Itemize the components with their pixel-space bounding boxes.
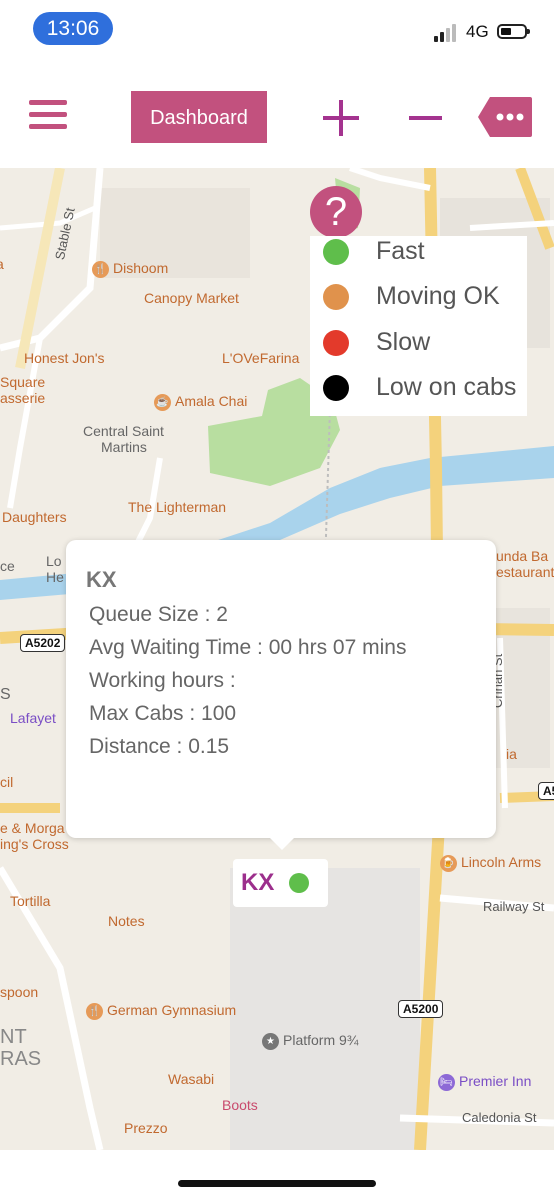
poi-boots[interactable]: Boots xyxy=(222,1097,258,1113)
poi-s: S xyxy=(0,686,11,703)
status-dot-fast xyxy=(323,239,349,265)
restaurant-icon: 🍴 xyxy=(92,260,109,278)
popup-queue-size: Queue Size : 2 xyxy=(89,603,228,626)
popup-max-cabs: Max Cabs : 100 xyxy=(89,702,237,725)
star-icon: ★ xyxy=(262,1032,279,1050)
road-shield-a5200: A5200 xyxy=(398,1000,444,1018)
legend-item-moving-ok: Moving OK xyxy=(323,281,523,311)
popup-working-hours: Working hours : xyxy=(89,669,236,692)
poi-cil[interactable]: cil xyxy=(0,774,13,790)
dashboard-button[interactable]: Dashboard xyxy=(131,91,267,143)
road-shield-a5202: A5202 xyxy=(20,634,66,652)
poi-prezzo[interactable]: Prezzo xyxy=(124,1120,168,1136)
road-shield-a5: A5 xyxy=(538,782,554,800)
popup-avg-wait: Avg Waiting Time : 00 hrs 07 mins xyxy=(89,636,407,659)
area-label-ras: RAS xyxy=(0,1048,42,1070)
poi-the-lighterman[interactable]: The Lighterman xyxy=(128,499,226,515)
legend-item-fast: Fast xyxy=(323,236,523,266)
info-popup[interactable]: KX Queue Size : 2 Avg Waiting Time : 00 … xyxy=(66,540,496,838)
poi-spoon[interactable]: spoon xyxy=(0,984,38,1000)
restaurant-icon: 🍴 xyxy=(86,1002,103,1020)
zoom-out-icon[interactable] xyxy=(409,100,442,136)
poi-dishoom[interactable]: 🍴 Dishoom xyxy=(92,260,168,278)
poi-daughters[interactable]: Daughters xyxy=(2,509,67,525)
poi-amala-chai[interactable]: ☕ Amala Chai xyxy=(154,393,247,411)
street-railway-st: Railway St xyxy=(483,899,545,914)
help-button[interactable]: ? xyxy=(310,186,362,238)
poi-canopy-market[interactable]: Canopy Market xyxy=(144,290,239,306)
status-dot-moving-ok xyxy=(323,284,349,310)
marker-status-dot xyxy=(289,873,309,893)
marker-label: KX xyxy=(241,869,275,896)
legend-item-slow: Slow xyxy=(323,327,523,357)
poi-ce[interactable]: ce xyxy=(0,558,15,574)
taxi-rank-marker[interactable]: KX xyxy=(233,859,328,907)
legend-item-low-on-cabs: Low on cabs xyxy=(323,372,523,402)
poi-lincoln-arms[interactable]: 🍺 Lincoln Arms xyxy=(440,854,541,872)
battery-icon xyxy=(497,24,530,39)
cafe-icon: ☕ xyxy=(154,393,171,411)
popup-title: KX xyxy=(86,567,117,592)
poi-notes[interactable]: Notes xyxy=(108,913,145,929)
poi-lovefarina[interactable]: L'OVeFarina xyxy=(222,350,299,366)
hotel-icon: 🛏 xyxy=(438,1073,455,1091)
status-dot-slow xyxy=(323,330,349,356)
poi-e-morgan[interactable]: e & Morga ing's Cross xyxy=(0,820,69,852)
poi-a[interactable]: a xyxy=(0,256,4,272)
street-caledonia-st: Caledonia St xyxy=(462,1110,537,1125)
pub-icon: 🍺 xyxy=(440,854,457,872)
home-indicator[interactable] xyxy=(178,1180,376,1187)
poi-wasabi[interactable]: Wasabi xyxy=(168,1071,214,1087)
legend-panel: Fast Moving OK Slow Low on cabs xyxy=(310,236,527,416)
poi-ia: ia xyxy=(506,746,517,762)
menu-icon[interactable] xyxy=(29,100,67,130)
network-type: 4G xyxy=(466,22,489,41)
poi-premier-inn[interactable]: 🛏 Premier Inn xyxy=(438,1073,531,1091)
poi-platform[interactable]: ★ Platform 9¾ xyxy=(262,1032,358,1050)
poi-tortilla[interactable]: Tortilla xyxy=(10,893,50,909)
poi-german-gymnasium[interactable]: 🍴 German Gymnasium xyxy=(86,1002,236,1020)
poi-lafayette[interactable]: Lafayet xyxy=(10,710,56,726)
poi-lo-he[interactable]: Lo He xyxy=(46,553,64,585)
zoom-in-icon[interactable] xyxy=(323,100,359,136)
poi-square-asserie[interactable]: Square asserie xyxy=(0,374,45,406)
poi-central-saint-martins[interactable]: Central Saint Martins xyxy=(83,423,164,455)
status-dot-low-on-cabs xyxy=(323,375,349,401)
signal-icon xyxy=(434,24,460,42)
poi-munda-bar[interactable]: unda Ba estaurant xyxy=(496,548,554,580)
popup-distance: Distance : 0.15 xyxy=(89,735,230,758)
popup-pointer xyxy=(268,836,296,850)
status-time: 13:06 xyxy=(33,12,113,45)
area-label-nt: NT xyxy=(0,1026,27,1048)
poi-honest-jons[interactable]: Honest Jon's xyxy=(24,350,105,366)
more-options-icon[interactable] xyxy=(478,97,532,137)
